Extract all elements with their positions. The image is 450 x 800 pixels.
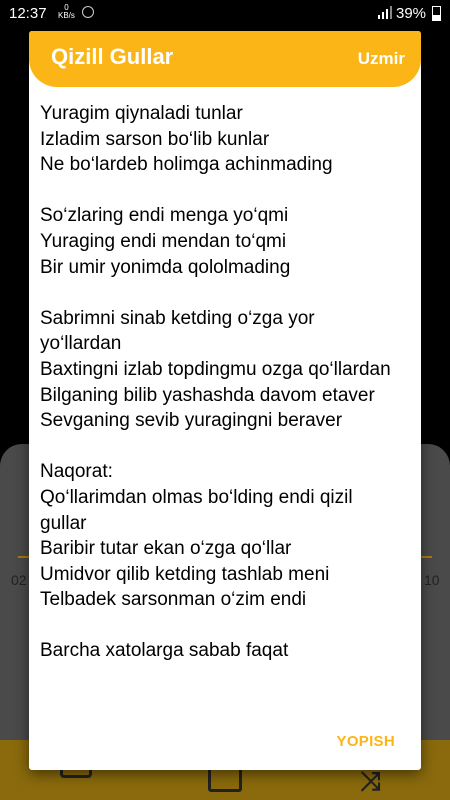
lyrics-line: Yuraging endi mendan to‘qmi (40, 230, 287, 252)
lyrics-line: Baxtingni izlab topdingmu ozga qo‘llarda… (40, 358, 391, 380)
song-title: Qizill Gullar (51, 44, 174, 69)
lyrics-stanza: Barcha xatolarga sabab faqat (40, 638, 392, 664)
status-bar: 12:37 0 KB/s 39% (0, 0, 450, 28)
lyrics-stanza: Yuragim qiynaladi tunlar Izladim sarson b… (40, 101, 392, 178)
lyrics-line: Ne bo‘lardeb holimga achinmading (40, 154, 333, 176)
lyrics-line: Yuragim qiynaladi tunlar (40, 103, 243, 124)
battery-icon (432, 6, 441, 21)
network-speed: 0 KB/s (58, 4, 75, 20)
artist-name: Uzmir (357, 49, 405, 68)
lyrics-line: Qo‘llarimdan olmas bo‘lding endi qizil g… (40, 486, 353, 534)
lyrics-line: Izladim sarson bo‘lib kunlar (40, 128, 270, 150)
lyrics-text[interactable]: Yuragim qiynaladi tunlar Izladim sarson b… (40, 101, 392, 705)
elapsed-time: 02 (11, 572, 27, 588)
lyrics-stanza: So‘zlaring endi menga yo‘qmi Yuraging end… (40, 203, 392, 280)
total-time: 10 (424, 572, 440, 588)
lyrics-line: Bir umir yonimda qololmading (40, 256, 291, 278)
signal-icon (378, 6, 392, 19)
lyrics-line: Telbadek sarsonman o‘zim endi (40, 589, 307, 611)
shuffle-icon[interactable]: ⤨ (360, 766, 381, 798)
notification-icon (82, 6, 94, 18)
dialog-header: Qizill Gullar Uzmir (29, 31, 421, 87)
lyrics-line: Sabrimni sinab ketding o‘zga yor yo‘llar… (40, 307, 315, 355)
status-time: 12:37 (9, 5, 47, 22)
lyrics-line: Naqorat: (40, 461, 113, 483)
lyrics-stanza: Sabrimni sinab ketding o‘zga yor yo‘llar… (40, 306, 392, 434)
lyrics-line: Sevganing sevib yuragingni beraver (40, 410, 343, 432)
lyrics-line: Umidvor qilib ketding tashlab meni (40, 563, 330, 585)
close-button[interactable]: YOPISH (337, 733, 395, 750)
lyrics-line: So‘zlaring endi menga yo‘qmi (40, 205, 289, 227)
battery-percent: 39% (396, 5, 427, 22)
network-speed-unit: KB/s (58, 11, 75, 20)
lyrics-line: Barcha xatolarga sabab faqat (40, 640, 289, 662)
lyrics-line: Baribir tutar ekan o‘zga qo‘llar (40, 538, 292, 560)
lyrics-stanza: Naqorat: Qo‘llarimdan olmas bo‘lding endi… (40, 459, 392, 613)
lyrics-line: Bilganing bilib yashashda davom etaver (40, 384, 375, 406)
lyrics-dialog: Qizill Gullar Uzmir Yuragim qiynaladi tu… (29, 31, 421, 770)
